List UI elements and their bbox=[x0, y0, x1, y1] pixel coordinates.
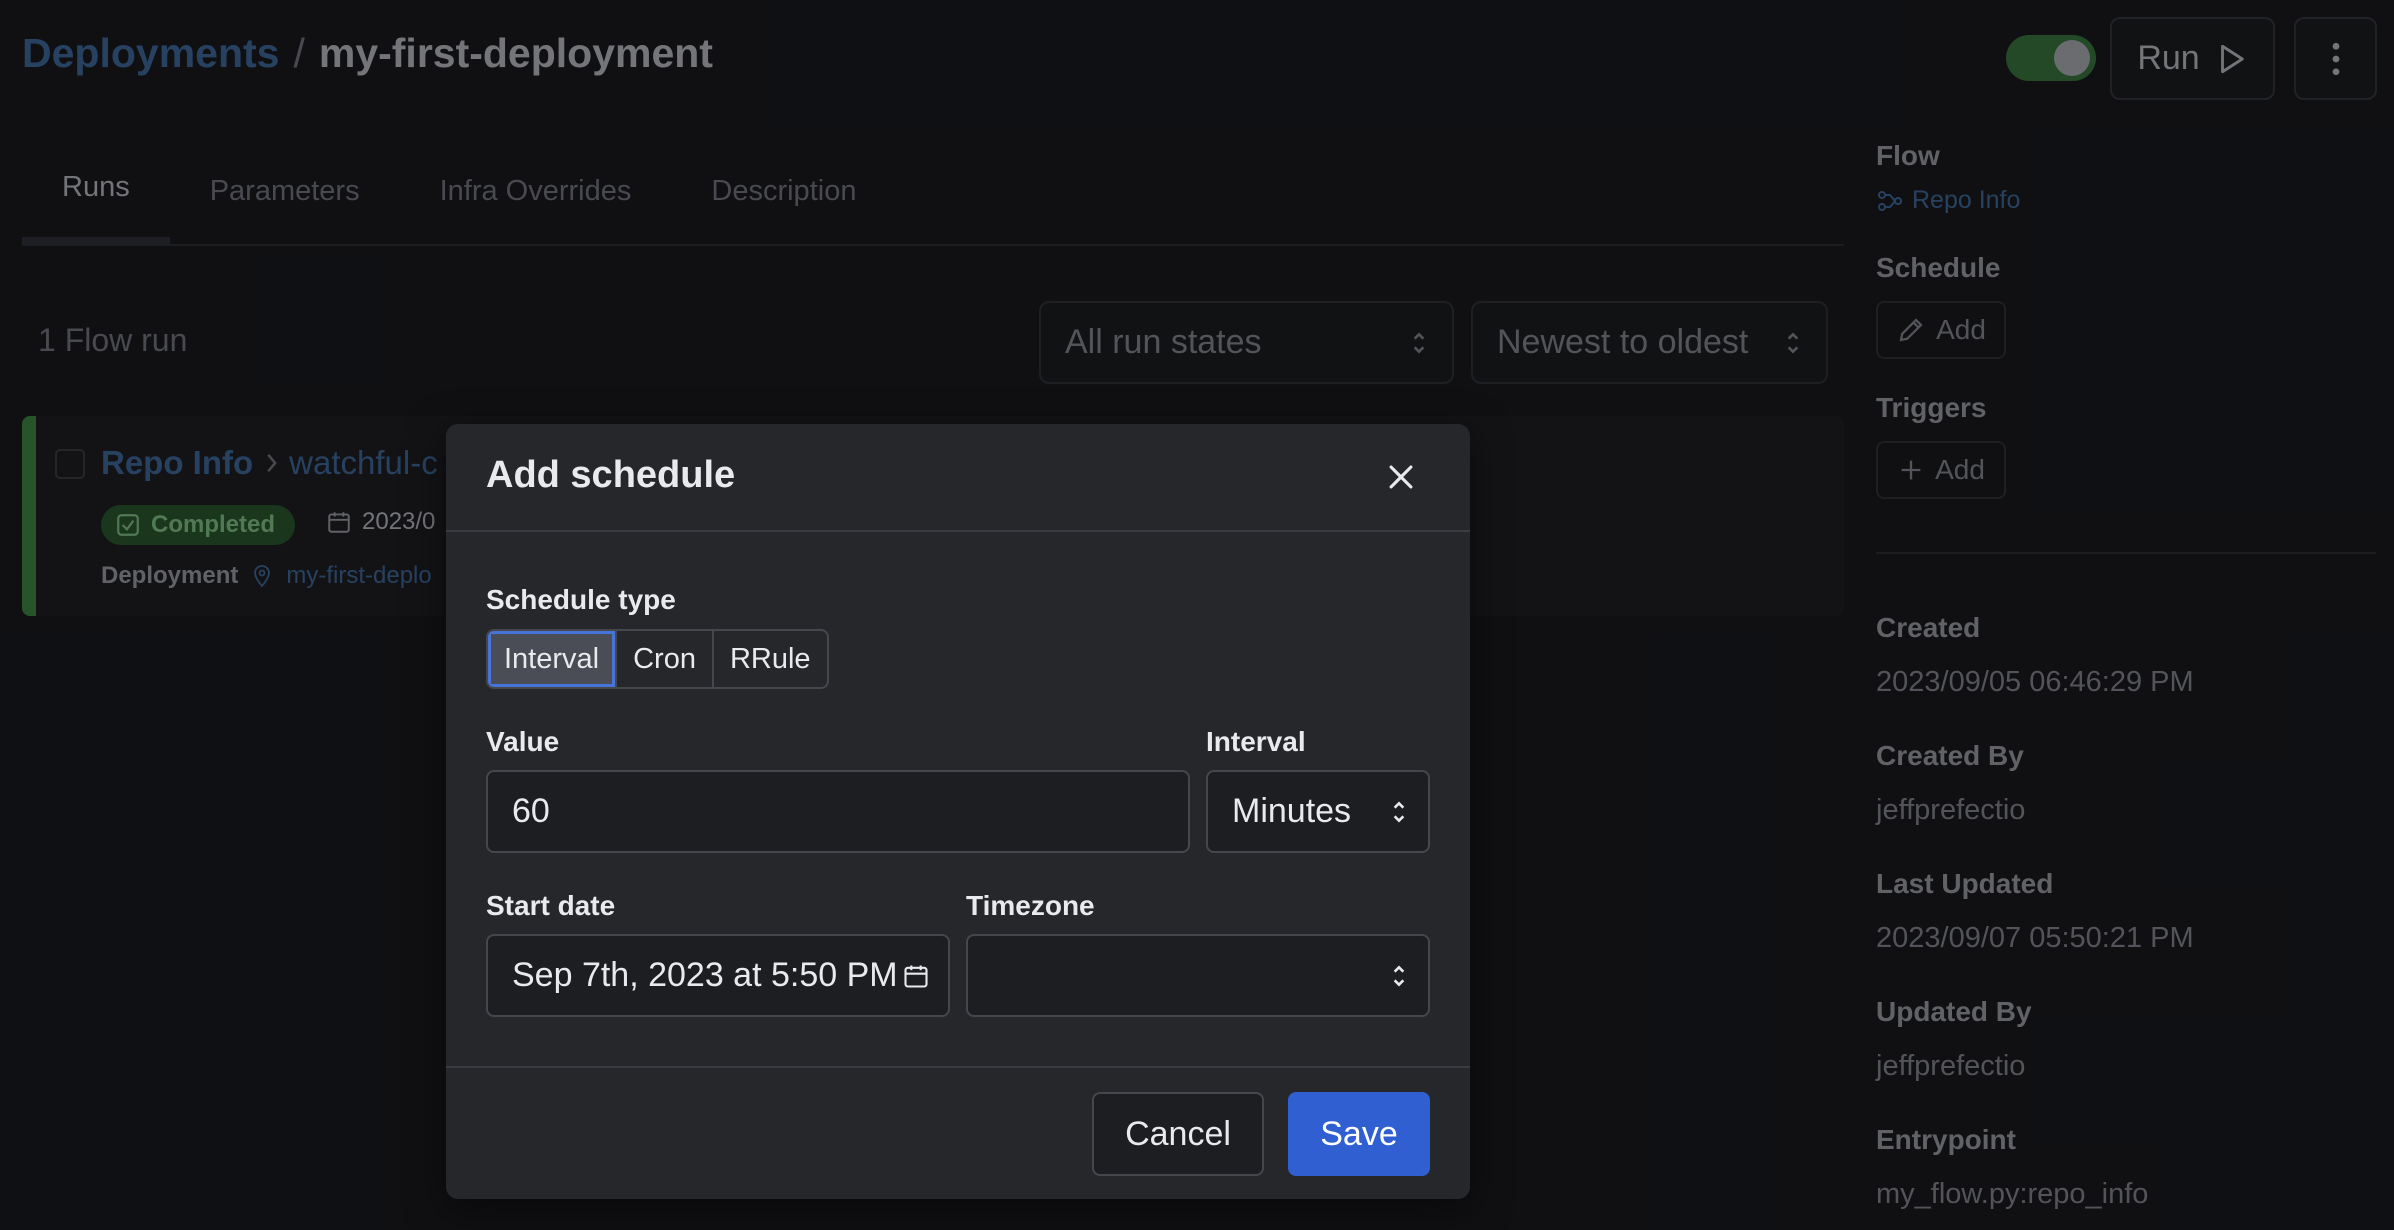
value-label: Value bbox=[486, 726, 560, 757]
modal-title: Add schedule bbox=[486, 454, 736, 496]
cancel-button[interactable]: Cancel bbox=[1092, 1092, 1264, 1176]
save-button[interactable]: Save bbox=[1288, 1092, 1430, 1176]
interval-unit-value: Minutes bbox=[1232, 792, 1352, 830]
interval-label: Interval bbox=[1206, 726, 1306, 757]
interval-unit-select[interactable]: Minutes bbox=[1206, 770, 1430, 853]
chevron-updown-icon bbox=[1393, 800, 1405, 823]
schedule-type-label: Schedule type bbox=[486, 584, 676, 615]
close-icon[interactable] bbox=[1384, 460, 1418, 494]
schedule-type-interval[interactable]: Interval bbox=[488, 631, 618, 687]
start-date-input[interactable]: Sep 7th, 2023 at 5:50 PM bbox=[486, 934, 950, 1017]
start-date-value: Sep 7th, 2023 at 5:50 PM bbox=[512, 956, 898, 994]
interval-value-input[interactable]: 60 bbox=[486, 770, 1190, 853]
modal-header: Add schedule bbox=[446, 424, 1470, 532]
schedule-type-selector: Interval Cron RRule bbox=[486, 629, 829, 689]
start-date-label: Start date bbox=[486, 890, 616, 921]
timezone-select[interactable] bbox=[966, 934, 1430, 1017]
interval-value-text: 60 bbox=[512, 792, 550, 830]
calendar-icon[interactable] bbox=[902, 962, 930, 990]
schedule-type-rrule[interactable]: RRule bbox=[714, 631, 827, 687]
chevron-updown-icon bbox=[1393, 964, 1405, 987]
modal-footer-divider bbox=[446, 1066, 1470, 1068]
add-schedule-modal: Add schedule Schedule type Interval Cron… bbox=[446, 424, 1470, 1199]
timezone-label: Timezone bbox=[966, 890, 1095, 921]
schedule-type-cron[interactable]: Cron bbox=[617, 631, 714, 687]
